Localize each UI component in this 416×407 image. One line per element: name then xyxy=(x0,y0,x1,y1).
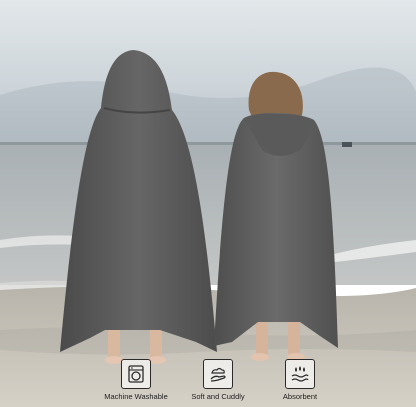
hand-cloud-icon xyxy=(203,359,233,389)
beach-photo: Machine Washable Soft and Cuddly Absorbe… xyxy=(0,0,416,407)
beach-scene xyxy=(0,0,416,407)
distant-figure xyxy=(342,142,352,147)
washing-machine-icon xyxy=(121,359,151,389)
water-drops-icon xyxy=(285,359,315,389)
feature-absorbent: Absorbent xyxy=(250,359,350,401)
feature-badges: Machine Washable Soft and Cuddly Absorbe… xyxy=(0,357,416,407)
feature-label: Machine Washable xyxy=(104,392,168,401)
feature-label: Soft and Cuddly xyxy=(191,392,245,401)
feature-label: Absorbent xyxy=(282,392,318,401)
horizon xyxy=(0,142,416,145)
